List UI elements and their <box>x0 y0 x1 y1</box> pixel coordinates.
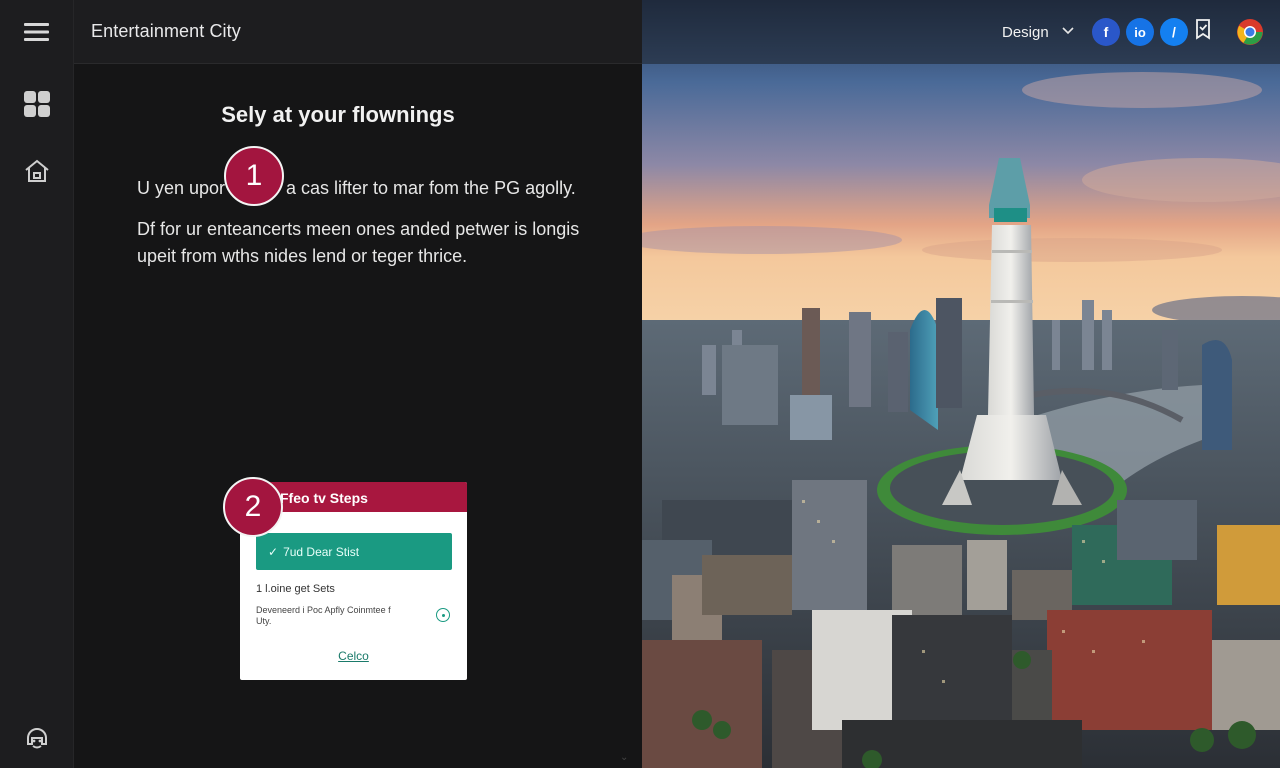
app-title: Entertainment City <box>91 21 241 41</box>
cancel-link[interactable]: Celco <box>240 649 467 663</box>
badge-icon[interactable] <box>1193 18 1221 46</box>
home-icon[interactable] <box>22 156 52 186</box>
chevron-down-icon: ⌄ <box>620 752 629 763</box>
support-icon[interactable] <box>22 722 52 752</box>
page-heading: Sely at your flownings <box>221 102 455 127</box>
paragraph-2: Df for ur enteancerts meen ones anded pe… <box>137 219 580 266</box>
io-glyph: io <box>1134 24 1146 40</box>
check-icon: ✓ <box>268 544 279 559</box>
paragraph-1-end: a cas lifter to mar fom the PG agolly. <box>286 178 576 198</box>
city-illustration <box>642 0 1280 768</box>
steps-primary-button-label: 7ud Dear Stist <box>283 544 360 559</box>
step-badge-2: 2 <box>223 477 283 537</box>
content-panel: Sely at your flownings U yen upor a cas … <box>74 64 642 768</box>
menu-icon[interactable] <box>22 17 52 47</box>
top-bar: Entertainment City <box>74 0 642 64</box>
paragraph-1-start: U yen upor <box>137 178 226 198</box>
step-badge-1: 1 <box>224 146 284 206</box>
chrome-icon[interactable] <box>1236 18 1264 46</box>
edit-glyph: / <box>1172 24 1176 40</box>
steps-primary-button[interactable]: ✓ 7ud Dear Stist <box>256 533 452 570</box>
design-menu[interactable]: Design <box>1002 24 1049 41</box>
dashboard-grid-icon[interactable] <box>22 89 52 119</box>
chevron-down-icon[interactable] <box>1060 22 1076 38</box>
edit-icon[interactable]: / <box>1160 18 1188 46</box>
city-skyline-image: Design f io / <box>642 0 1280 768</box>
steps-line-2: Deveneerd i Poc Apfly Coinmtee f Uty. <box>256 605 391 626</box>
app-window: Entertainment City Sely at your flowning… <box>0 0 1280 768</box>
steps-line-1: 1 l.oine get Sets <box>256 583 335 595</box>
facebook-glyph: f <box>1103 24 1109 40</box>
info-icon[interactable] <box>436 608 450 622</box>
sidebar-rail <box>0 0 74 768</box>
io-icon[interactable]: io <box>1126 18 1154 46</box>
facebook-icon[interactable]: f <box>1092 18 1120 46</box>
